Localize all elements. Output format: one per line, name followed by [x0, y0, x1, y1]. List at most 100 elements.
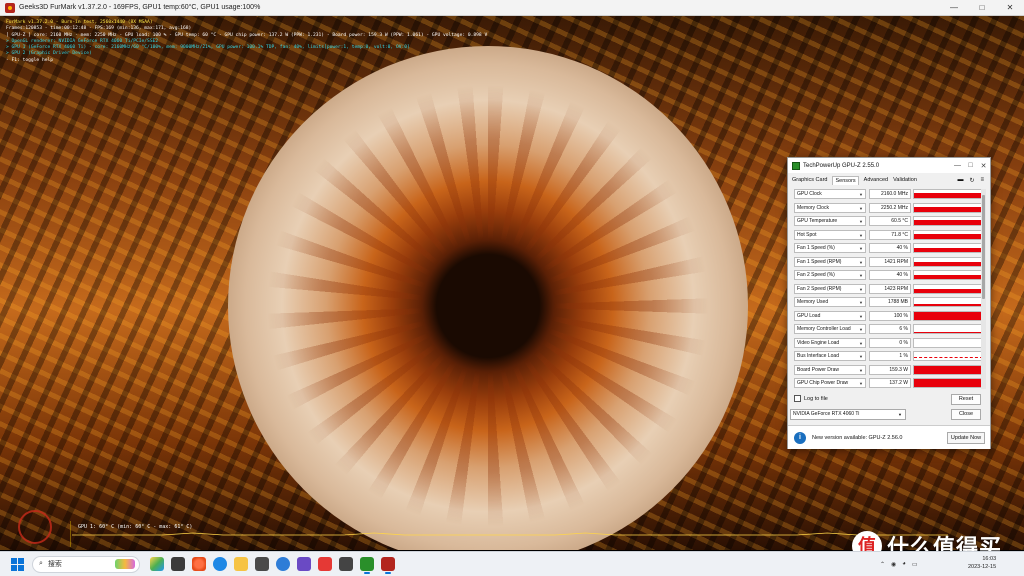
- sensor-name-dropdown[interactable]: Fan 1 Speed (RPM) ▼: [794, 256, 866, 267]
- sensor-name-dropdown[interactable]: Fan 2 Speed (%) ▼: [794, 270, 866, 280]
- sensor-graph-fill: [914, 261, 983, 266]
- chevron-down-icon: ▼: [859, 354, 863, 359]
- sensor-row: GPU Load ▼ 100 %: [793, 310, 984, 322]
- chevron-down-icon: ▼: [859, 192, 863, 197]
- sensor-graph: [913, 189, 984, 199]
- tab-sensors[interactable]: Sensors: [832, 175, 859, 185]
- sensor-value: 40 %: [869, 243, 911, 253]
- sensor-name-dropdown[interactable]: Fan 2 Speed (RPM) ▼: [794, 283, 866, 294]
- edge-icon[interactable]: [213, 557, 227, 571]
- app-icon[interactable]: [339, 557, 353, 571]
- sensor-graph-fill: [914, 233, 983, 239]
- furmark-taskbar-icon[interactable]: [381, 557, 395, 574]
- sensor-graph-fill: [914, 379, 983, 387]
- search-placeholder: 搜索: [47, 561, 62, 568]
- scrollbar-thumb[interactable]: [982, 195, 985, 299]
- sensor-name-dropdown[interactable]: Memory Used ▼: [794, 297, 866, 307]
- tab-advanced[interactable]: Advanced: [864, 177, 888, 183]
- screenshot-icon[interactable]: ▬: [957, 177, 963, 184]
- sensor-graph: [913, 256, 984, 267]
- chevron-down-icon: ▼: [859, 219, 863, 224]
- tab-validation[interactable]: Validation: [893, 177, 917, 183]
- minimize-icon[interactable]: —: [940, 0, 968, 15]
- taskbar-search[interactable]: ⌕ 搜索: [32, 555, 140, 573]
- sensor-name: Video Engine Load: [797, 339, 840, 346]
- clock-time: 16:03: [982, 556, 997, 562]
- volume-icon[interactable]: ◕: [902, 561, 906, 567]
- close-button[interactable]: Close: [951, 409, 981, 420]
- sensor-graph-fill: [914, 288, 983, 293]
- reset-button[interactable]: Reset: [951, 394, 981, 405]
- sensor-value: 1423 RPM: [869, 283, 911, 294]
- sensor-name: GPU Load: [797, 312, 821, 319]
- start-button[interactable]: [8, 555, 26, 573]
- sensor-graph: [913, 283, 984, 294]
- app-icon[interactable]: [297, 557, 311, 571]
- sensor-row: Fan 2 Speed (RPM) ▼ 1423 RPM: [793, 283, 984, 295]
- close-icon[interactable]: ✕: [996, 0, 1024, 15]
- refresh-icon[interactable]: ↻: [969, 177, 974, 184]
- sensor-name-dropdown[interactable]: GPU Temperature ▼: [794, 216, 866, 226]
- close-icon[interactable]: ✕: [977, 162, 990, 170]
- tab-graphics-card[interactable]: Graphics Card: [792, 177, 827, 183]
- chevron-down-icon: ▼: [859, 381, 863, 386]
- info-icon: i: [794, 431, 806, 444]
- store-icon[interactable]: [255, 557, 269, 571]
- maximize-icon[interactable]: □: [964, 162, 977, 170]
- sensor-row: GPU Clock ▼ 2160.0 MHz: [793, 189, 984, 200]
- gpuz-taskbar-icon[interactable]: [360, 557, 374, 574]
- gpuz-titlebar[interactable]: TechPowerUp GPU-Z 2.55.0 — □ ✕: [788, 158, 990, 173]
- sensor-name-dropdown[interactable]: Fan 1 Speed (%) ▼: [794, 243, 866, 253]
- chevron-down-icon: ▼: [859, 313, 863, 319]
- sensor-graph-fill: [914, 365, 983, 374]
- app-icon[interactable]: [276, 557, 290, 571]
- taskbar-clock[interactable]: 16:03 2023-12-15: [968, 555, 996, 571]
- update-now-button[interactable]: Update Now: [947, 431, 985, 444]
- clock-date: 2023-12-15: [968, 564, 997, 570]
- network-icon[interactable]: ◉: [891, 561, 896, 568]
- chevron-down-icon: ▼: [859, 340, 863, 346]
- sensor-name-dropdown[interactable]: Memory Clock ▼: [794, 202, 866, 213]
- gpu-select-dropdown[interactable]: NVIDIA GeForce RTX 4060 Ti ▼: [790, 409, 906, 420]
- sensor-scrollbar[interactable]: [981, 189, 986, 389]
- sensor-name: GPU Chip Power Draw: [797, 380, 849, 386]
- log-to-file-checkbox[interactable]: [794, 395, 801, 402]
- sensor-name-dropdown[interactable]: GPU Chip Power Draw ▼: [794, 378, 866, 388]
- wps-icon[interactable]: [318, 557, 332, 571]
- sensor-value: 137.2 W: [869, 378, 911, 388]
- sensor-name-dropdown[interactable]: Video Engine Load ▼: [794, 337, 866, 348]
- gpuz-app-icon: [792, 161, 800, 170]
- sensor-name: GPU Temperature: [797, 218, 838, 224]
- widgets-icon[interactable]: [150, 557, 164, 571]
- sensor-value: 2160.0 MHz: [869, 189, 911, 199]
- windows-logo-pane: [10, 557, 17, 564]
- sensor-name-dropdown[interactable]: Bus Interface Load ▼: [794, 351, 866, 361]
- sensor-graph-fill: [914, 248, 983, 252]
- sensor-name-dropdown[interactable]: GPU Load ▼: [794, 310, 866, 321]
- battery-icon[interactable]: ▭: [912, 561, 918, 568]
- gpuz-toolbar-icons: ▬ ↻ ≡: [957, 177, 990, 184]
- sensor-name: Hot Spot: [797, 231, 817, 238]
- task-view-icon[interactable]: [171, 557, 185, 571]
- sensor-name-dropdown[interactable]: Memory Controller Load ▼: [794, 324, 866, 334]
- browser-icon[interactable]: [192, 557, 206, 571]
- sensor-name-dropdown[interactable]: Hot Spot ▼: [794, 229, 866, 240]
- sensor-value: 40 %: [869, 270, 911, 280]
- sensor-name: Memory Controller Load: [797, 326, 851, 332]
- maximize-icon[interactable]: □: [968, 0, 996, 15]
- sensor-graph-fill: [914, 220, 983, 225]
- sensor-graph: [913, 297, 984, 307]
- menu-icon[interactable]: ≡: [980, 177, 984, 184]
- sensor-name-dropdown[interactable]: GPU Clock ▼: [794, 189, 866, 199]
- file-explorer-icon[interactable]: [234, 557, 248, 571]
- sensor-row: Memory Controller Load ▼ 6 %: [793, 324, 984, 335]
- windows-logo-pane: [10, 564, 17, 571]
- chevron-up-icon[interactable]: ⌃: [880, 561, 885, 568]
- log-to-file[interactable]: Log to file: [794, 395, 828, 402]
- furmark-titlebar[interactable]: Geeks3D FurMark v1.37.2.0 - 169FPS, GPU1…: [0, 0, 1024, 16]
- chevron-down-icon: ▼: [898, 412, 902, 417]
- minimize-icon[interactable]: —: [951, 162, 964, 170]
- sensor-name: Memory Clock: [797, 204, 829, 211]
- sensor-name-dropdown[interactable]: Board Power Draw ▼: [794, 364, 866, 375]
- gpuz-title: TechPowerUp GPU-Z 2.55.0: [803, 162, 880, 169]
